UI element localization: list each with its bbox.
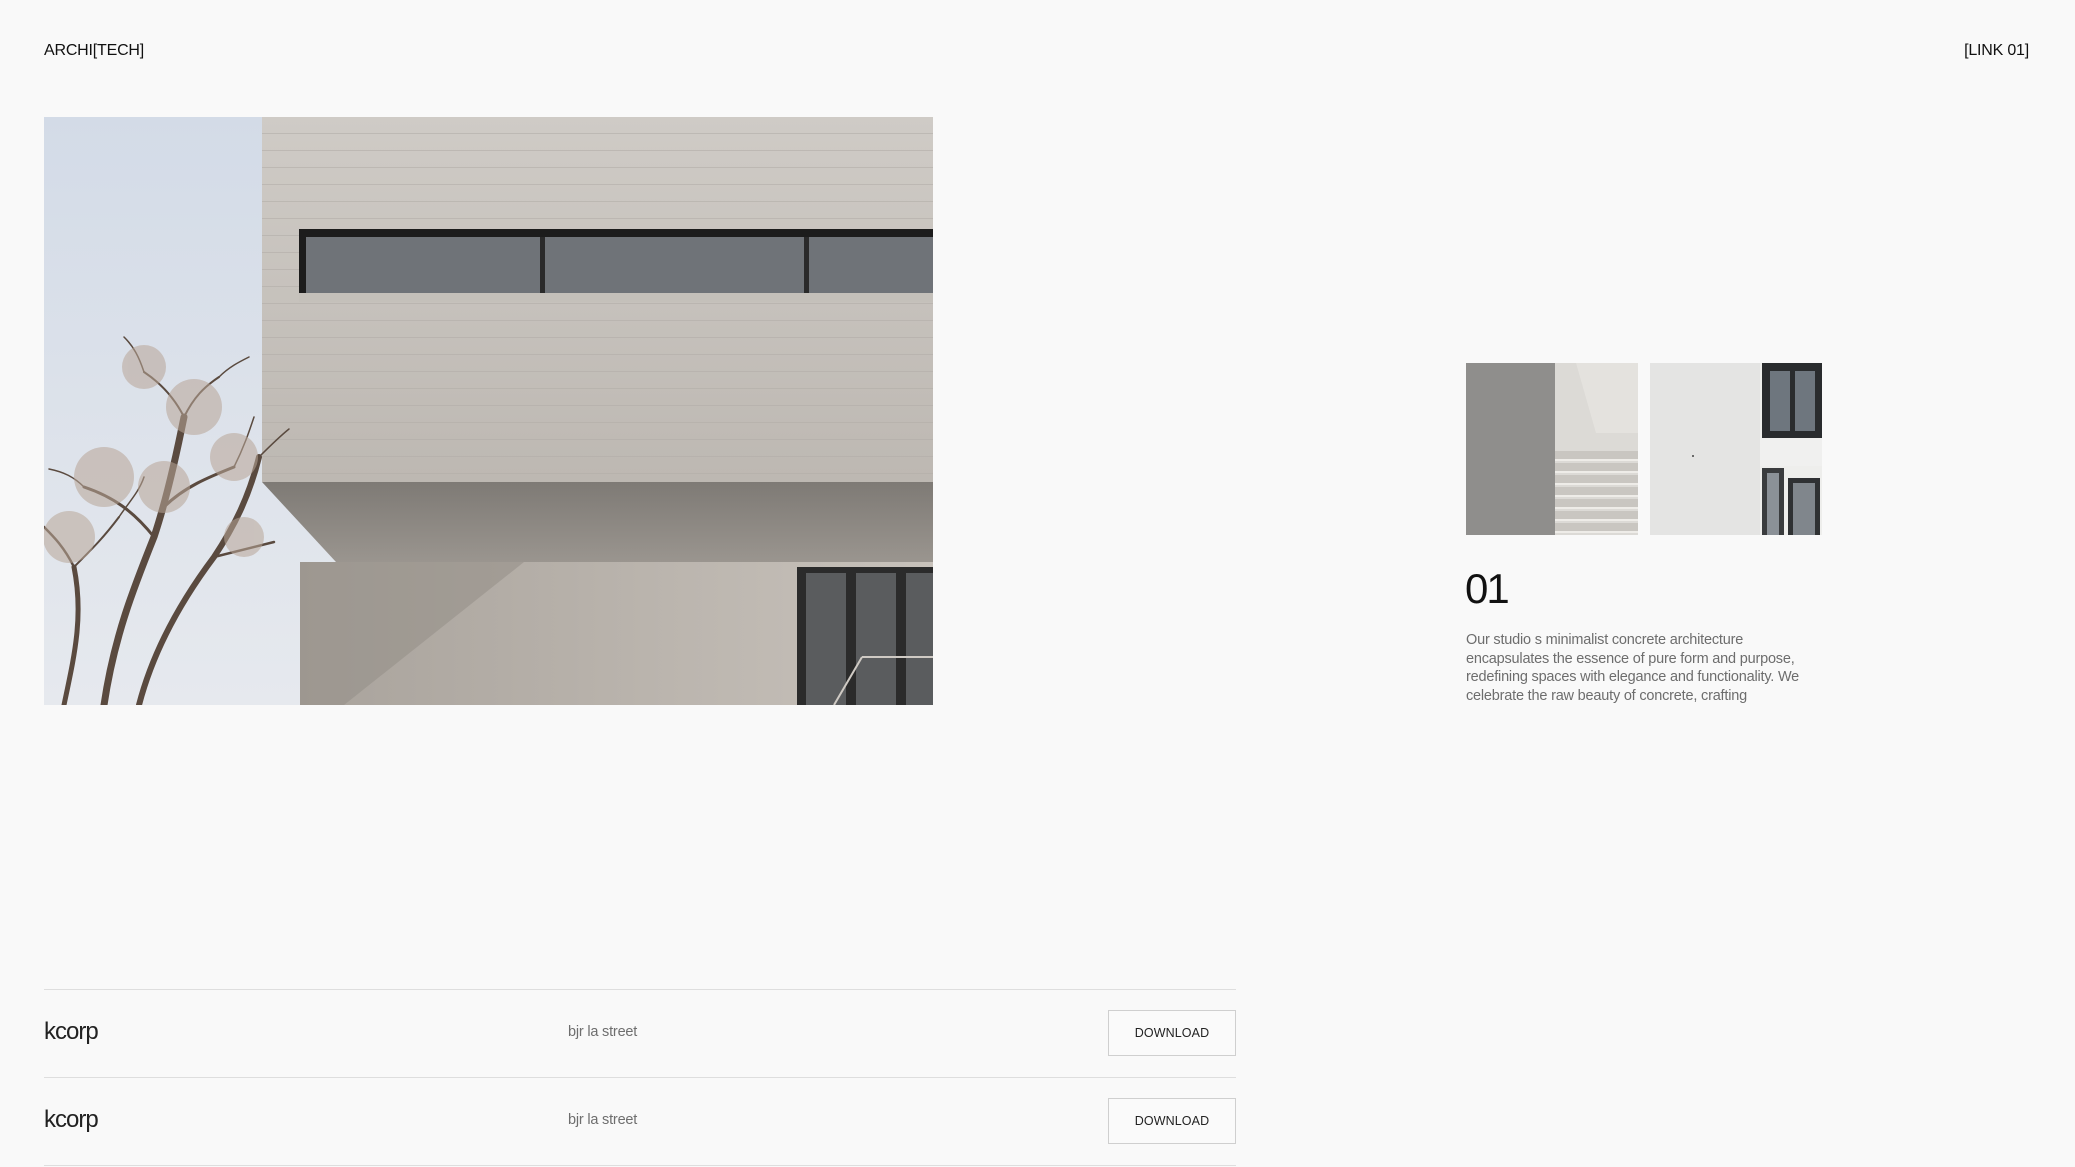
thumbnail-facade[interactable] xyxy=(1650,363,1822,535)
list-item-address: bjr la street xyxy=(568,1024,638,1040)
download-button[interactable]: DOWNLOAD xyxy=(1108,1010,1236,1056)
list-item: kcorp bjr la street DOWNLOAD xyxy=(44,1077,1236,1166)
project-number: 01 xyxy=(1465,565,1510,612)
list-item-name: kcorp xyxy=(44,1018,99,1045)
thumbnail-stairs[interactable] xyxy=(1466,363,1638,535)
hero-image xyxy=(44,117,933,705)
site-logo[interactable]: ARCHI[TECH] xyxy=(44,42,144,60)
download-button[interactable]: DOWNLOAD xyxy=(1108,1098,1236,1144)
list-item-name: kcorp xyxy=(44,1106,99,1133)
list-item: kcorp bjr la street DOWNLOAD xyxy=(44,989,1236,1077)
project-list: kcorp bjr la street DOWNLOAD kcorp bjr l… xyxy=(44,989,1236,1166)
nav-link-01[interactable]: [LINK 01] xyxy=(1964,42,2029,60)
project-description: Our studio s minimalist concrete archite… xyxy=(1466,632,1800,704)
list-item-address: bjr la street xyxy=(568,1112,638,1128)
project-thumbnails xyxy=(1466,363,1822,535)
